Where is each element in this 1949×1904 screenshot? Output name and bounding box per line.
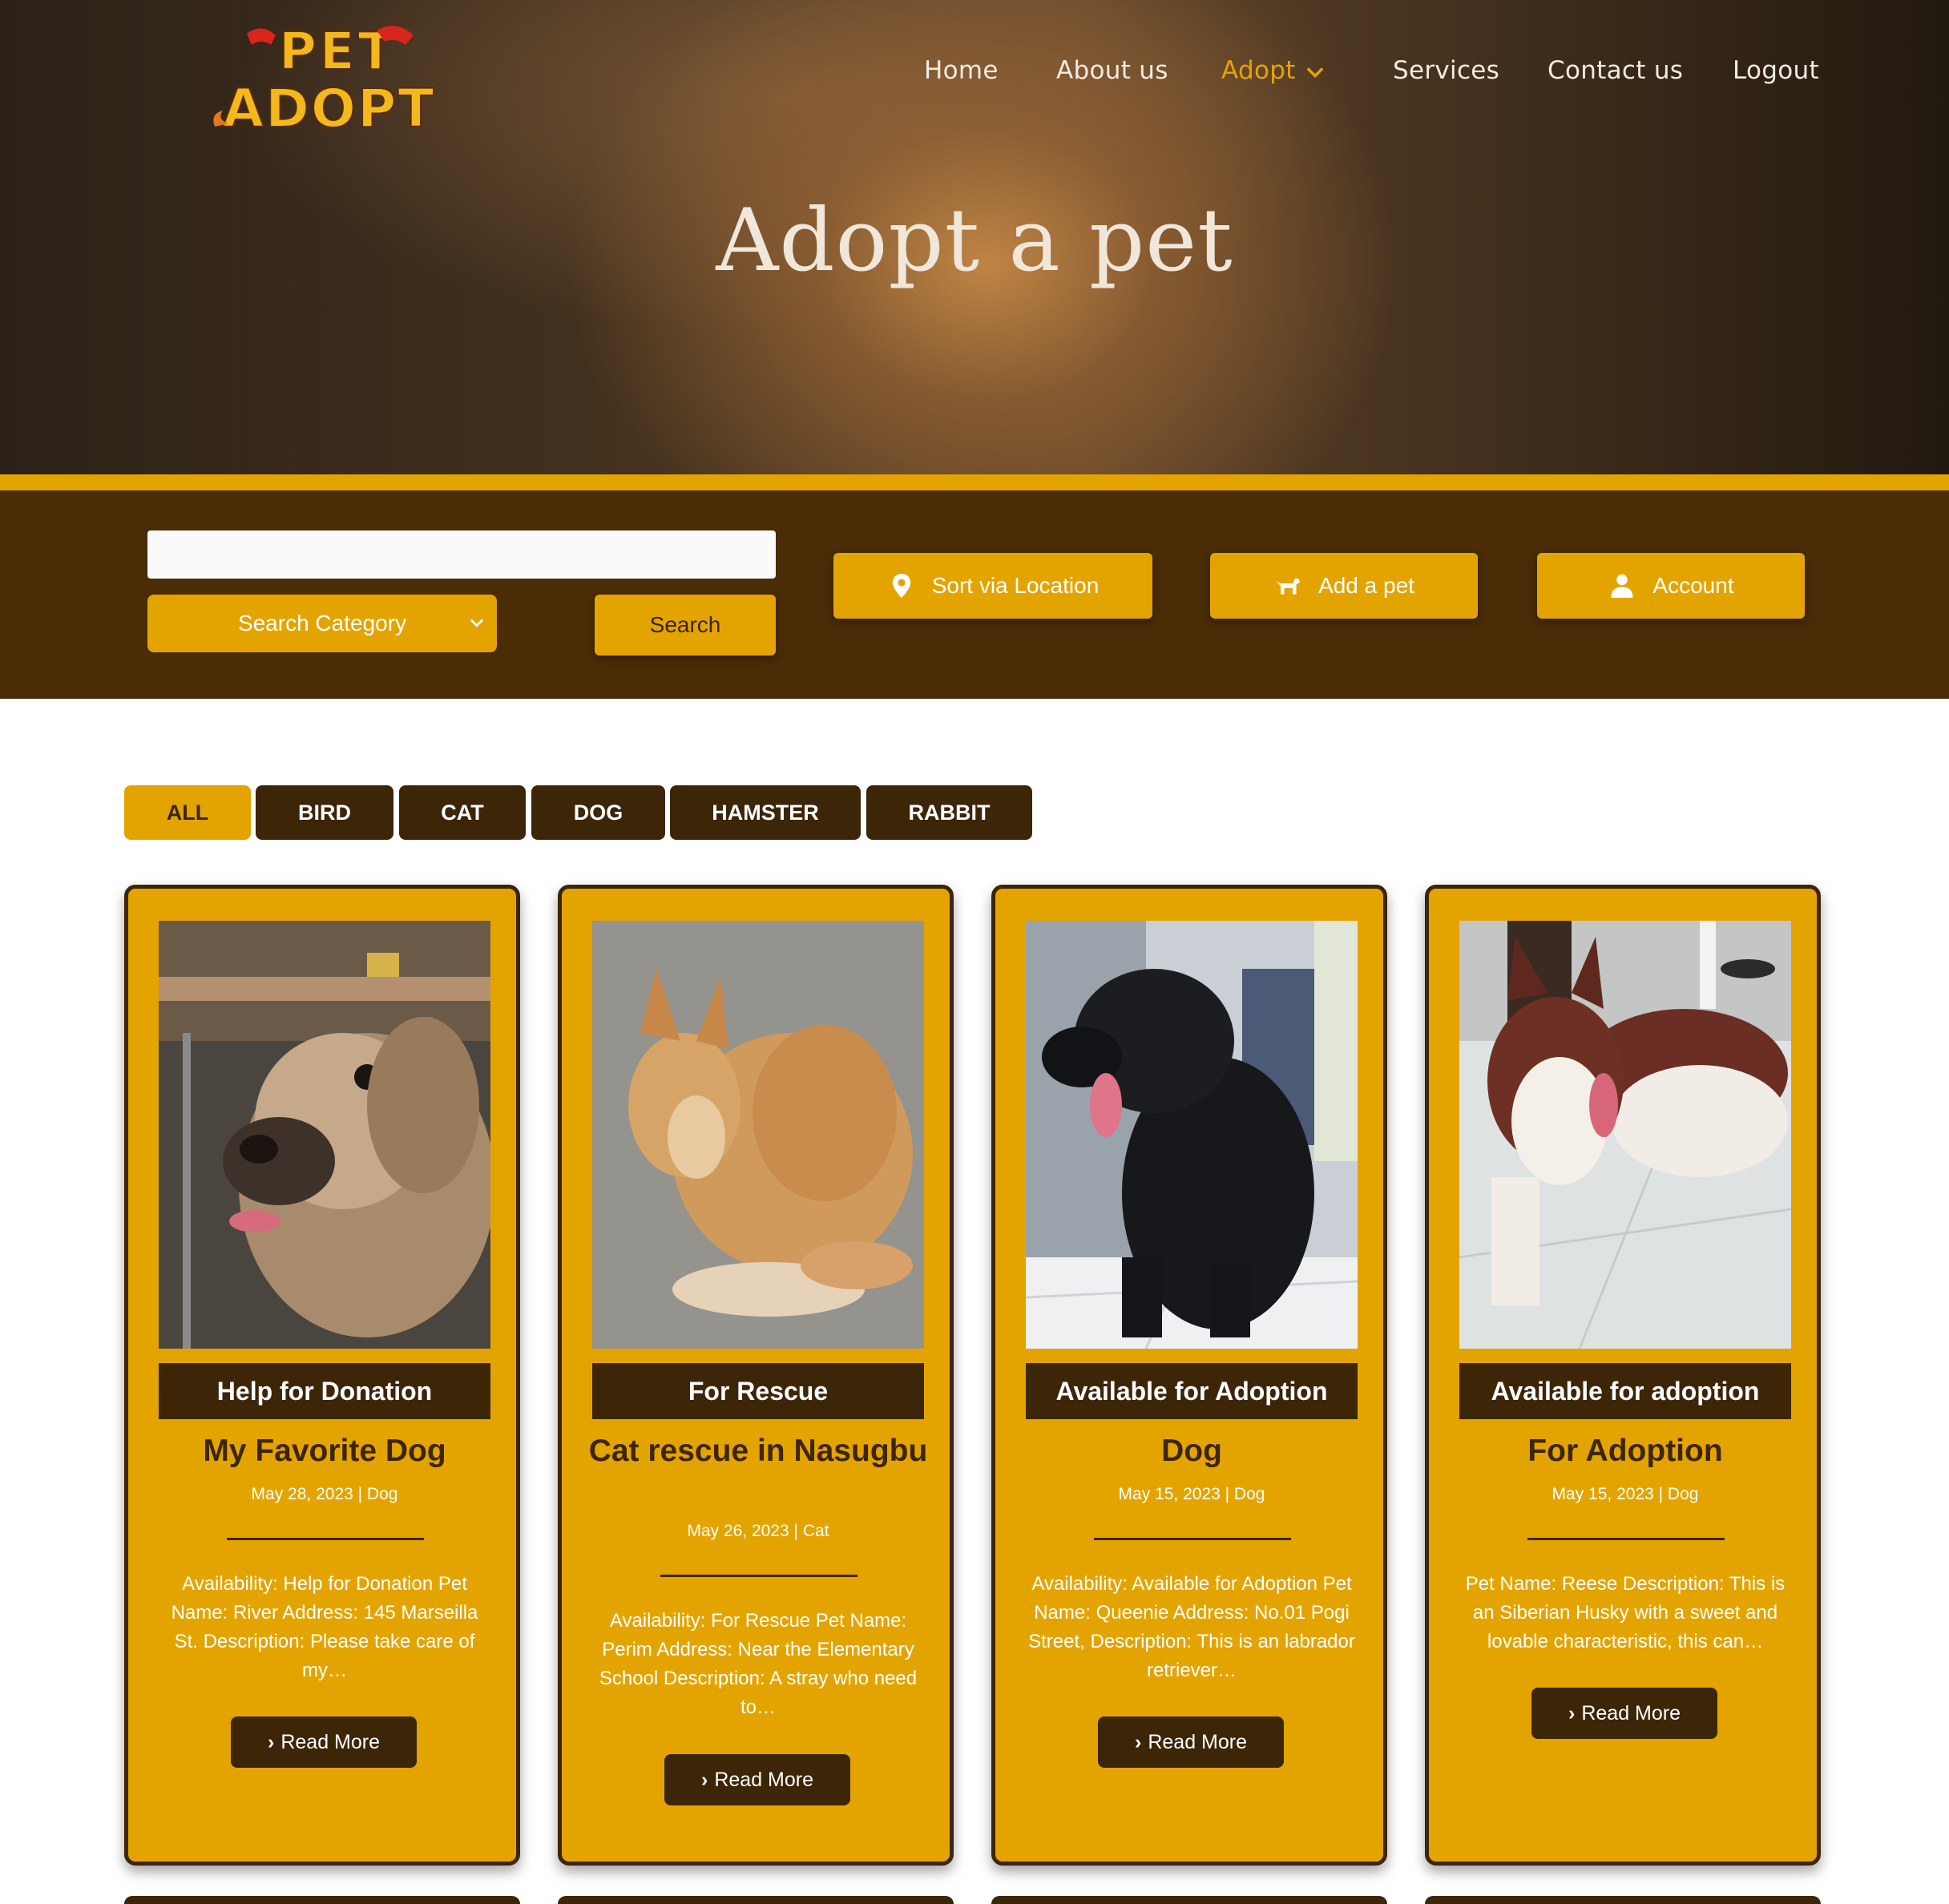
next-card-edge (991, 1896, 1387, 1904)
nav-services[interactable]: Services (1393, 56, 1499, 85)
read-more-button[interactable]: › Read More (1098, 1716, 1284, 1768)
read-more-button[interactable]: › Read More (664, 1754, 850, 1805)
account-button-label: Account (1652, 573, 1734, 598)
chevron-right-icon: › (701, 1768, 708, 1791)
category-select-label: Search Category (237, 611, 407, 635)
card-title[interactable]: Dog (1011, 1432, 1372, 1470)
page-title: Adopt a pet (716, 191, 1233, 291)
chevron-right-icon: › (1568, 1701, 1576, 1724)
main-nav: Home About us Adopt Services Contact us … (0, 56, 1949, 96)
divider (660, 1575, 857, 1577)
read-more-label: Read More (280, 1730, 380, 1753)
card-description: Availability: Available for Adoption Pet… (1028, 1573, 1355, 1681)
sort-via-location-button[interactable]: Sort via Location (833, 553, 1152, 619)
card-description: Pet Name: Reese Description: This is an … (1465, 1573, 1786, 1652)
husky-photo-graphic (1459, 921, 1791, 1349)
status-badge: Available for Adoption (1026, 1363, 1358, 1419)
category-select[interactable]: Search Category (147, 595, 497, 652)
divider (227, 1538, 424, 1540)
status-badge: Help for Donation (159, 1363, 490, 1419)
search-button-label: Search (649, 612, 721, 637)
pet-card: For Rescue Cat rescue in Nasugbu May 26,… (558, 885, 954, 1866)
dog-icon (1276, 579, 1301, 595)
location-pin-icon (892, 574, 910, 598)
card-description: Availability: For Rescue Pet Name: Perim… (599, 1610, 918, 1718)
cat-photo-graphic (592, 921, 924, 1349)
read-more-label: Read More (1148, 1730, 1247, 1753)
filter-tab-hamster[interactable]: HAMSTER (670, 785, 861, 840)
card-title[interactable]: Cat rescue in Nasugbu (578, 1432, 938, 1470)
card-title[interactable]: For Adoption (1445, 1432, 1806, 1470)
account-button[interactable]: Account (1537, 553, 1805, 619)
nav-home[interactable]: Home (924, 56, 999, 85)
filter-tab-bird[interactable]: BIRD (256, 785, 393, 840)
user-icon (1611, 574, 1633, 598)
chevron-down-icon (1306, 67, 1323, 78)
nav-adopt-label: Adopt (1221, 56, 1296, 85)
nav-logout[interactable]: Logout (1733, 56, 1819, 85)
next-card-edge (1425, 1896, 1821, 1904)
read-more-button[interactable]: › Read More (1531, 1688, 1717, 1739)
card-meta: May 15, 2023 | Dog (1552, 1485, 1699, 1503)
nav-adopt[interactable]: Adopt (1221, 56, 1326, 85)
card-meta: May 26, 2023 | Cat (687, 1522, 829, 1540)
card-meta: May 28, 2023 | Dog (251, 1485, 398, 1503)
card-title[interactable]: My Favorite Dog (144, 1432, 505, 1470)
next-card-edge (124, 1896, 520, 1904)
pet-card: Available for adoption For Adoption May … (1425, 885, 1821, 1866)
read-more-label: Read More (714, 1768, 813, 1791)
divider (1094, 1538, 1291, 1540)
pet-card: Help for Donation My Favorite Dog May 28… (124, 885, 520, 1866)
sort-button-label: Sort via Location (931, 573, 1100, 598)
filter-tab-cat[interactable]: CAT (399, 785, 526, 840)
add-pet-button-label: Add a pet (1318, 573, 1414, 598)
filter-tab-dog[interactable]: DOG (531, 785, 665, 840)
next-card-edge (558, 1896, 954, 1904)
pet-card: Available for Adoption Dog May 15, 2023 … (991, 885, 1387, 1866)
status-badge: Available for adoption (1459, 1363, 1791, 1419)
nav-about-us[interactable]: About us (1056, 56, 1168, 85)
divider (1527, 1538, 1725, 1540)
card-meta: May 15, 2023 | Dog (1118, 1485, 1265, 1503)
card-description: Availability: Help for Donation Pet Name… (171, 1573, 478, 1681)
dog-photo-graphic (159, 921, 490, 1349)
read-more-button[interactable]: › Read More (231, 1716, 417, 1768)
filter-tab-all[interactable]: ALL (124, 785, 251, 840)
add-a-pet-button[interactable]: Add a pet (1210, 553, 1478, 619)
pet-photo[interactable] (159, 921, 490, 1349)
chevron-right-icon: › (268, 1730, 275, 1753)
chevron-right-icon: › (1135, 1730, 1142, 1753)
status-badge: For Rescue (592, 1363, 924, 1419)
pet-photo[interactable] (1026, 921, 1358, 1349)
filter-tab-rabbit[interactable]: RABBIT (866, 785, 1032, 840)
pet-photo[interactable] (1459, 921, 1791, 1349)
read-more-label: Read More (1581, 1701, 1681, 1724)
dog-photo-graphic (1026, 921, 1358, 1349)
hero-banner: PET ADOPT Home About us Adopt Services C… (0, 0, 1949, 474)
chevron-down-icon (470, 619, 483, 627)
pet-photo[interactable] (592, 921, 924, 1349)
search-button[interactable]: Search (595, 595, 776, 656)
search-input[interactable] (147, 530, 776, 579)
nav-contact-us[interactable]: Contact us (1547, 56, 1683, 85)
divider-strip (0, 474, 1949, 490)
